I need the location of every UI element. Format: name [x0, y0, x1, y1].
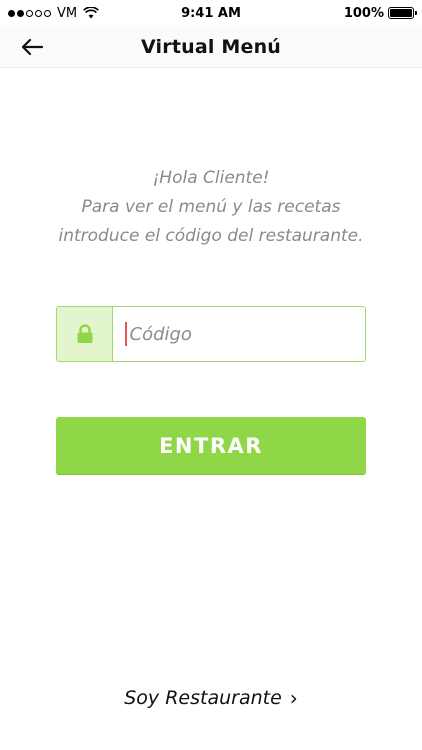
status-bar: VM 9:41 AM 100% — [0, 0, 422, 26]
soy-restaurante-label: Soy Restaurante — [124, 687, 282, 709]
greeting-line-2: Para ver el menú y las recetas — [81, 197, 341, 217]
page-title: Virtual Menú — [140, 35, 282, 58]
signal-dot — [44, 9, 51, 17]
text-caret — [125, 322, 127, 346]
wifi-icon — [83, 7, 100, 19]
nav-bar: Virtual Menú — [0, 26, 422, 68]
code-input-wrapper — [113, 307, 365, 361]
status-right: 100% — [343, 5, 417, 21]
battery-icon — [388, 7, 417, 19]
greeting-line-1: ¡Hola Cliente! — [152, 168, 270, 188]
signal-dot — [8, 9, 15, 17]
signal-dot — [35, 9, 42, 17]
greeting-text: ¡Hola Cliente! Para ver el menú y las re… — [0, 164, 422, 251]
back-button[interactable] — [14, 32, 50, 62]
status-left: VM — [8, 5, 100, 21]
lock-icon — [77, 324, 92, 343]
enter-button[interactable]: ENTRAR — [56, 417, 366, 474]
carrier-label: VM — [57, 5, 78, 21]
signal-strength-icon — [8, 9, 51, 17]
battery-fill — [390, 9, 412, 17]
soy-restaurante-link[interactable]: Soy Restaurante › — [0, 686, 422, 710]
greeting-line-3: introduce el código del restaurante. — [58, 226, 364, 246]
chevron-right-icon: › — [289, 686, 298, 710]
battery-percent: 100% — [343, 5, 384, 21]
arrow-left-icon — [21, 38, 44, 56]
lock-icon-box — [57, 307, 113, 361]
code-input[interactable] — [129, 307, 365, 361]
signal-dot — [26, 9, 33, 17]
signal-dot — [17, 9, 24, 17]
restaurant-code-field — [56, 306, 366, 362]
